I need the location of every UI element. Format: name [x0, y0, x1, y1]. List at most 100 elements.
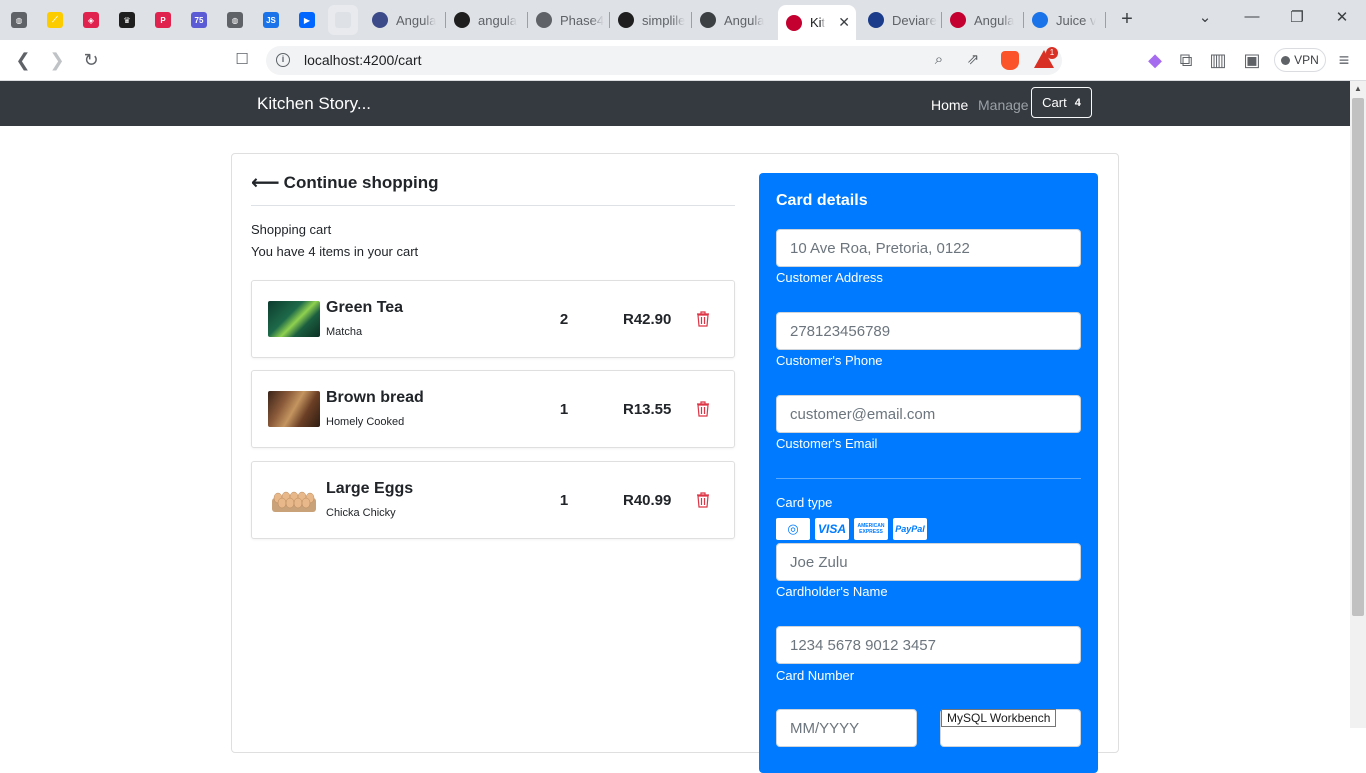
- forms-icon: [1032, 12, 1048, 28]
- brave-shields-icon[interactable]: [1001, 51, 1019, 70]
- page-scrollbar[interactable]: ▲: [1350, 81, 1366, 728]
- pinned-tab[interactable]: ◍: [4, 5, 34, 35]
- globe-icon: ◍: [227, 12, 243, 28]
- angular-icon: [786, 14, 802, 31]
- item-name: Brown bread: [326, 389, 424, 406]
- nav-home-link[interactable]: Home: [931, 97, 968, 113]
- divider: [251, 205, 735, 206]
- tab-title: Phase4: [560, 12, 605, 28]
- trash-icon[interactable]: [696, 401, 710, 417]
- cart-button[interactable]: Cart 4: [1031, 87, 1092, 118]
- menu-icon[interactable]: ≡: [1331, 48, 1357, 72]
- browser-tab[interactable]: Angula: [692, 5, 772, 35]
- restore-button[interactable]: ❐: [1285, 8, 1309, 26]
- pinned-tab[interactable]: JS: [256, 5, 286, 35]
- share-icon[interactable]: ⇗: [960, 48, 986, 72]
- cart-count-badge: 4: [1074, 96, 1081, 109]
- brand-link[interactable]: Kitchen Story...: [257, 94, 371, 114]
- extensions-icon[interactable]: ⧉: [1173, 48, 1199, 72]
- visa-icon[interactable]: VISA: [815, 518, 849, 540]
- expiry-input[interactable]: [776, 709, 917, 747]
- tab-title: angula: [478, 12, 518, 28]
- nav-manage-link[interactable]: Manage: [978, 97, 1029, 113]
- scroll-up-icon[interactable]: ▲: [1354, 84, 1362, 93]
- reload-button[interactable]: ↻: [78, 48, 104, 72]
- browser-tab[interactable]: simplile: [610, 5, 690, 35]
- item-price: R40.99: [623, 492, 672, 509]
- tab-search-icon[interactable]: ⌄: [1193, 8, 1217, 26]
- notes-icon: ⟋: [47, 12, 63, 28]
- app-navbar: Kitchen Story... Home Manage Cart 4: [0, 81, 1350, 126]
- item-quantity: 1: [559, 401, 569, 418]
- tab-title: Angula: [974, 12, 1015, 28]
- card-number-label: Card Number: [776, 668, 855, 683]
- tab-title: Angula: [396, 12, 437, 28]
- card-type-label: Card type: [776, 495, 833, 510]
- browser-tab[interactable]: Angula: [942, 5, 1022, 35]
- address-input[interactable]: [776, 229, 1081, 267]
- email-input[interactable]: [776, 395, 1081, 433]
- cart-summary: You have 4 items in your cart: [251, 244, 419, 259]
- pinned-tab[interactable]: ◍: [220, 5, 250, 35]
- trash-icon[interactable]: [696, 492, 710, 508]
- browser-tab[interactable]: Deviare: [860, 5, 940, 35]
- site-info-icon[interactable]: i: [276, 53, 290, 67]
- item-price: R13.55: [623, 401, 672, 418]
- phase-icon: [536, 12, 552, 28]
- pinned-tab[interactable]: 75: [184, 5, 214, 35]
- card-number-input[interactable]: [776, 626, 1081, 664]
- deviare-icon: [868, 12, 884, 28]
- browser-tab[interactable]: angula: [446, 5, 526, 35]
- pinned-tab[interactable]: ▶: [292, 5, 322, 35]
- back-button[interactable]: ❮: [10, 48, 36, 72]
- cart-item: Large Eggs Chicka Chicky 1 R40.99: [251, 461, 735, 539]
- cardholder-label: Cardholder's Name: [776, 584, 888, 599]
- sidebar-icon[interactable]: ▥: [1205, 48, 1231, 72]
- browser-tab[interactable]: Juice v: [1024, 5, 1104, 35]
- browser-tab[interactable]: Phase4: [528, 5, 608, 35]
- pinned-tab[interactable]: P: [148, 5, 178, 35]
- openai-icon: [700, 12, 716, 28]
- section-divider: [776, 478, 1081, 479]
- item-description: Chicka Chicky: [326, 507, 396, 519]
- card-type-icons: ◎ VISA AMERICAN EXPRESS PayPal: [776, 518, 927, 540]
- item-price: R42.90: [623, 311, 672, 328]
- brown-bread-image: [268, 391, 320, 427]
- leo-ai-icon[interactable]: ◆: [1142, 48, 1168, 72]
- scrollbar-thumb[interactable]: [1352, 98, 1364, 616]
- pinned-tab[interactable]: ⟋: [40, 5, 70, 35]
- phone-input[interactable]: [776, 312, 1081, 350]
- address-bar[interactable]: i localhost:4200/cart ⌕ ⇗ 1: [266, 46, 1062, 75]
- pinned-tab[interactable]: ◈: [76, 5, 106, 35]
- card-details-panel: Card details Customer Address Customer's…: [759, 173, 1098, 773]
- bookmark-icon[interactable]: ☐: [229, 48, 255, 72]
- continue-shopping-link[interactable]: ⟵ Continue shopping: [251, 173, 439, 193]
- item-name: Green Tea: [326, 299, 404, 316]
- github-icon: [454, 12, 470, 28]
- new-tab-button[interactable]: +: [1116, 8, 1138, 30]
- cardholder-input[interactable]: [776, 543, 1081, 581]
- item-quantity: 2: [559, 311, 569, 328]
- amex-icon[interactable]: AMERICAN EXPRESS: [854, 518, 888, 540]
- close-window-button[interactable]: ✕: [1330, 8, 1354, 26]
- zoom-icon[interactable]: ⌕: [926, 48, 952, 72]
- browser-tab[interactable]: Angula: [364, 5, 444, 35]
- pinned-tab[interactable]: ♛: [112, 5, 142, 35]
- vpn-label: VPN: [1294, 53, 1319, 67]
- pinned-tab[interactable]: [328, 5, 358, 35]
- green-tea-image: [268, 301, 320, 337]
- forward-button[interactable]: ❯: [44, 48, 70, 72]
- tab-title: Angula: [724, 12, 765, 28]
- item-description: Matcha: [326, 326, 363, 338]
- vpn-button[interactable]: VPN: [1274, 48, 1326, 72]
- minimize-button[interactable]: —: [1240, 8, 1264, 25]
- paypal-icon[interactable]: PayPal: [893, 518, 927, 540]
- browser-tab[interactable]: Kit ✕: [778, 5, 856, 40]
- wallet-icon[interactable]: ▣: [1239, 48, 1265, 72]
- cart-item: Green Tea Matcha 2 R42.90: [251, 280, 735, 358]
- mastercard-icon[interactable]: ◎: [776, 518, 810, 540]
- close-tab-icon[interactable]: ✕: [838, 14, 850, 31]
- trash-icon[interactable]: [696, 311, 710, 327]
- cart-title: Shopping cart: [251, 222, 332, 237]
- email-label: Customer's Email: [776, 436, 878, 451]
